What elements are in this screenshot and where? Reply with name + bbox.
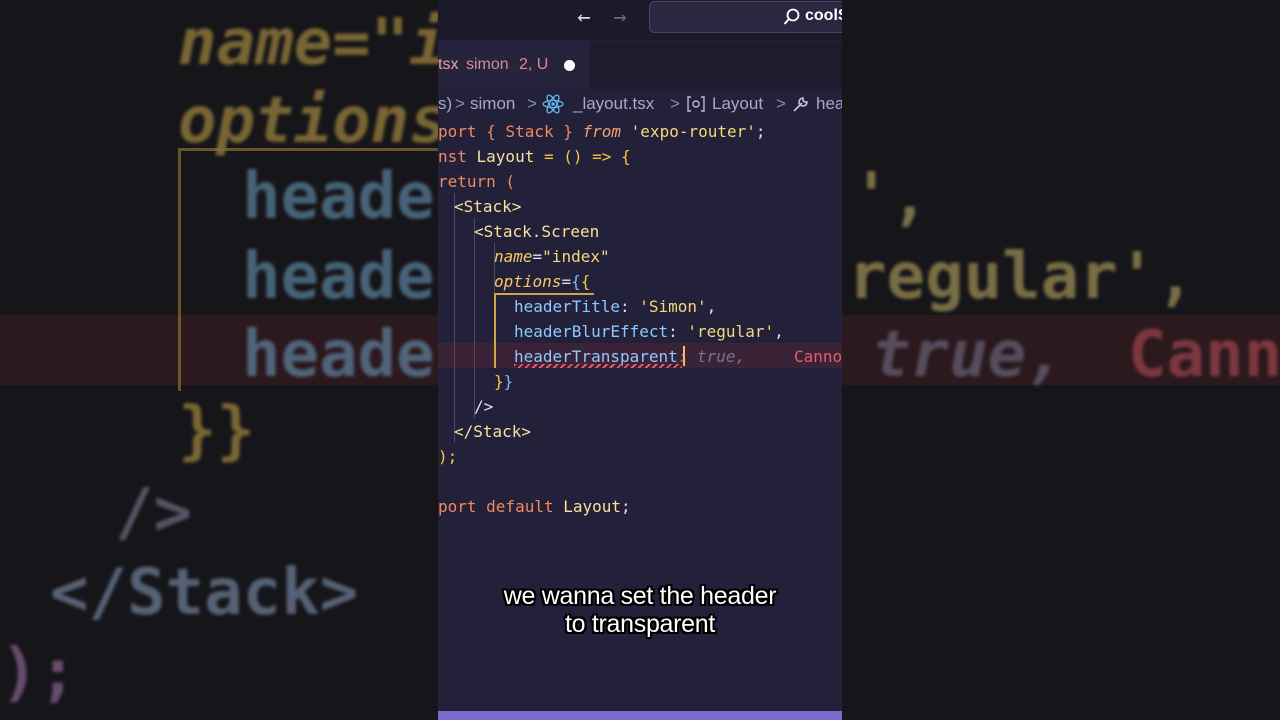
- tab-layout-file[interactable]: tsx simon 2, U: [438, 41, 590, 89]
- bg-text: name="in: [178, 6, 438, 80]
- subtitle-line: to transparent: [564, 610, 716, 638]
- code-line: headerTitle: 'Simon',: [514, 297, 717, 316]
- tab-filename: tsx: [438, 56, 459, 73]
- indent-guide: [474, 218, 475, 418]
- code-line: <Stack.Screen: [474, 222, 600, 241]
- background-right-blur: ', regular', true, Canno: [842, 0, 1280, 720]
- tab-folder-label: simon: [466, 56, 509, 73]
- chevron-right-icon: >: [455, 94, 465, 113]
- bg-text: Canno: [1128, 318, 1280, 392]
- wrench-icon: [793, 97, 808, 112]
- search-text: coolS: [805, 7, 842, 24]
- bg-text: options=: [178, 84, 438, 158]
- code-editor-window: ← → coolS tsx simon 2, U s) > simon > _l…: [438, 0, 842, 720]
- indent-guide: [454, 193, 455, 443]
- code-line: port { Stack } from 'expo-router';: [438, 122, 766, 141]
- video-subtitle: we wanna set the header to transparent: [438, 582, 842, 638]
- breadcrumb: s) > simon > _layout.tsx > Layout > hea: [438, 92, 842, 116]
- bg-text: );: [0, 636, 78, 710]
- bg-text: headerT: [242, 318, 438, 392]
- unsaved-dot-icon[interactable]: [564, 60, 575, 71]
- bg-text: regular',: [848, 240, 1195, 314]
- react-icon: [542, 94, 564, 114]
- code-line: port default Layout;: [438, 497, 631, 516]
- chevron-right-icon: >: [670, 94, 680, 113]
- bg-text: ',: [852, 160, 930, 234]
- code-line: options={{: [494, 272, 591, 291]
- code-line: return (: [438, 172, 516, 191]
- bracket-pair-guide: [494, 293, 496, 368]
- arrow-left-icon[interactable]: ←: [572, 6, 596, 30]
- bg-text: headerB: [242, 240, 438, 314]
- bg-text: }}: [178, 394, 256, 468]
- text-cursor: [683, 346, 685, 366]
- bg-text: headerT: [242, 160, 438, 234]
- arrow-right-icon[interactable]: →: [608, 6, 632, 30]
- code-line: nst Layout = () => {: [438, 147, 631, 166]
- code-line: </Stack>: [454, 422, 532, 441]
- status-bar: [438, 711, 842, 720]
- inline-error-message: Canno: [794, 347, 842, 366]
- inline-suggestion: : true,: [677, 347, 746, 366]
- tab-problem-status: 2, U: [519, 56, 549, 73]
- breadcrumb-item[interactable]: Layout: [712, 94, 763, 114]
- symbol-variable-icon: [687, 96, 705, 112]
- code-line: headerBlurEffect: 'regular',: [514, 322, 784, 341]
- breadcrumb-item[interactable]: s): [438, 94, 452, 114]
- code-line: />: [474, 397, 494, 416]
- breadcrumb-item[interactable]: hea: [816, 94, 842, 114]
- error-squiggle: [514, 364, 682, 368]
- code-line: <Stack>: [454, 197, 522, 216]
- subtitle-line: we wanna set the header: [503, 582, 777, 610]
- bg-text: true,: [872, 318, 1065, 392]
- code-line: );: [438, 447, 458, 466]
- chevron-right-icon: >: [776, 94, 786, 113]
- chevron-right-icon: >: [527, 94, 537, 113]
- code-line: }}: [494, 372, 514, 391]
- background-left-blur: name="in options= headerT headerB header…: [0, 0, 438, 720]
- breadcrumb-item[interactable]: _layout.tsx: [573, 94, 654, 114]
- bg-text: />: [115, 476, 193, 550]
- code-line: name="index": [494, 247, 610, 266]
- tab-bar: tsx simon 2, U: [438, 41, 842, 89]
- bg-text: </Stack>: [50, 556, 359, 630]
- search-icon: [783, 8, 800, 25]
- breadcrumb-item[interactable]: simon: [470, 94, 515, 114]
- command-search-box[interactable]: coolS: [649, 1, 842, 33]
- title-bar: ← → coolS: [438, 0, 842, 40]
